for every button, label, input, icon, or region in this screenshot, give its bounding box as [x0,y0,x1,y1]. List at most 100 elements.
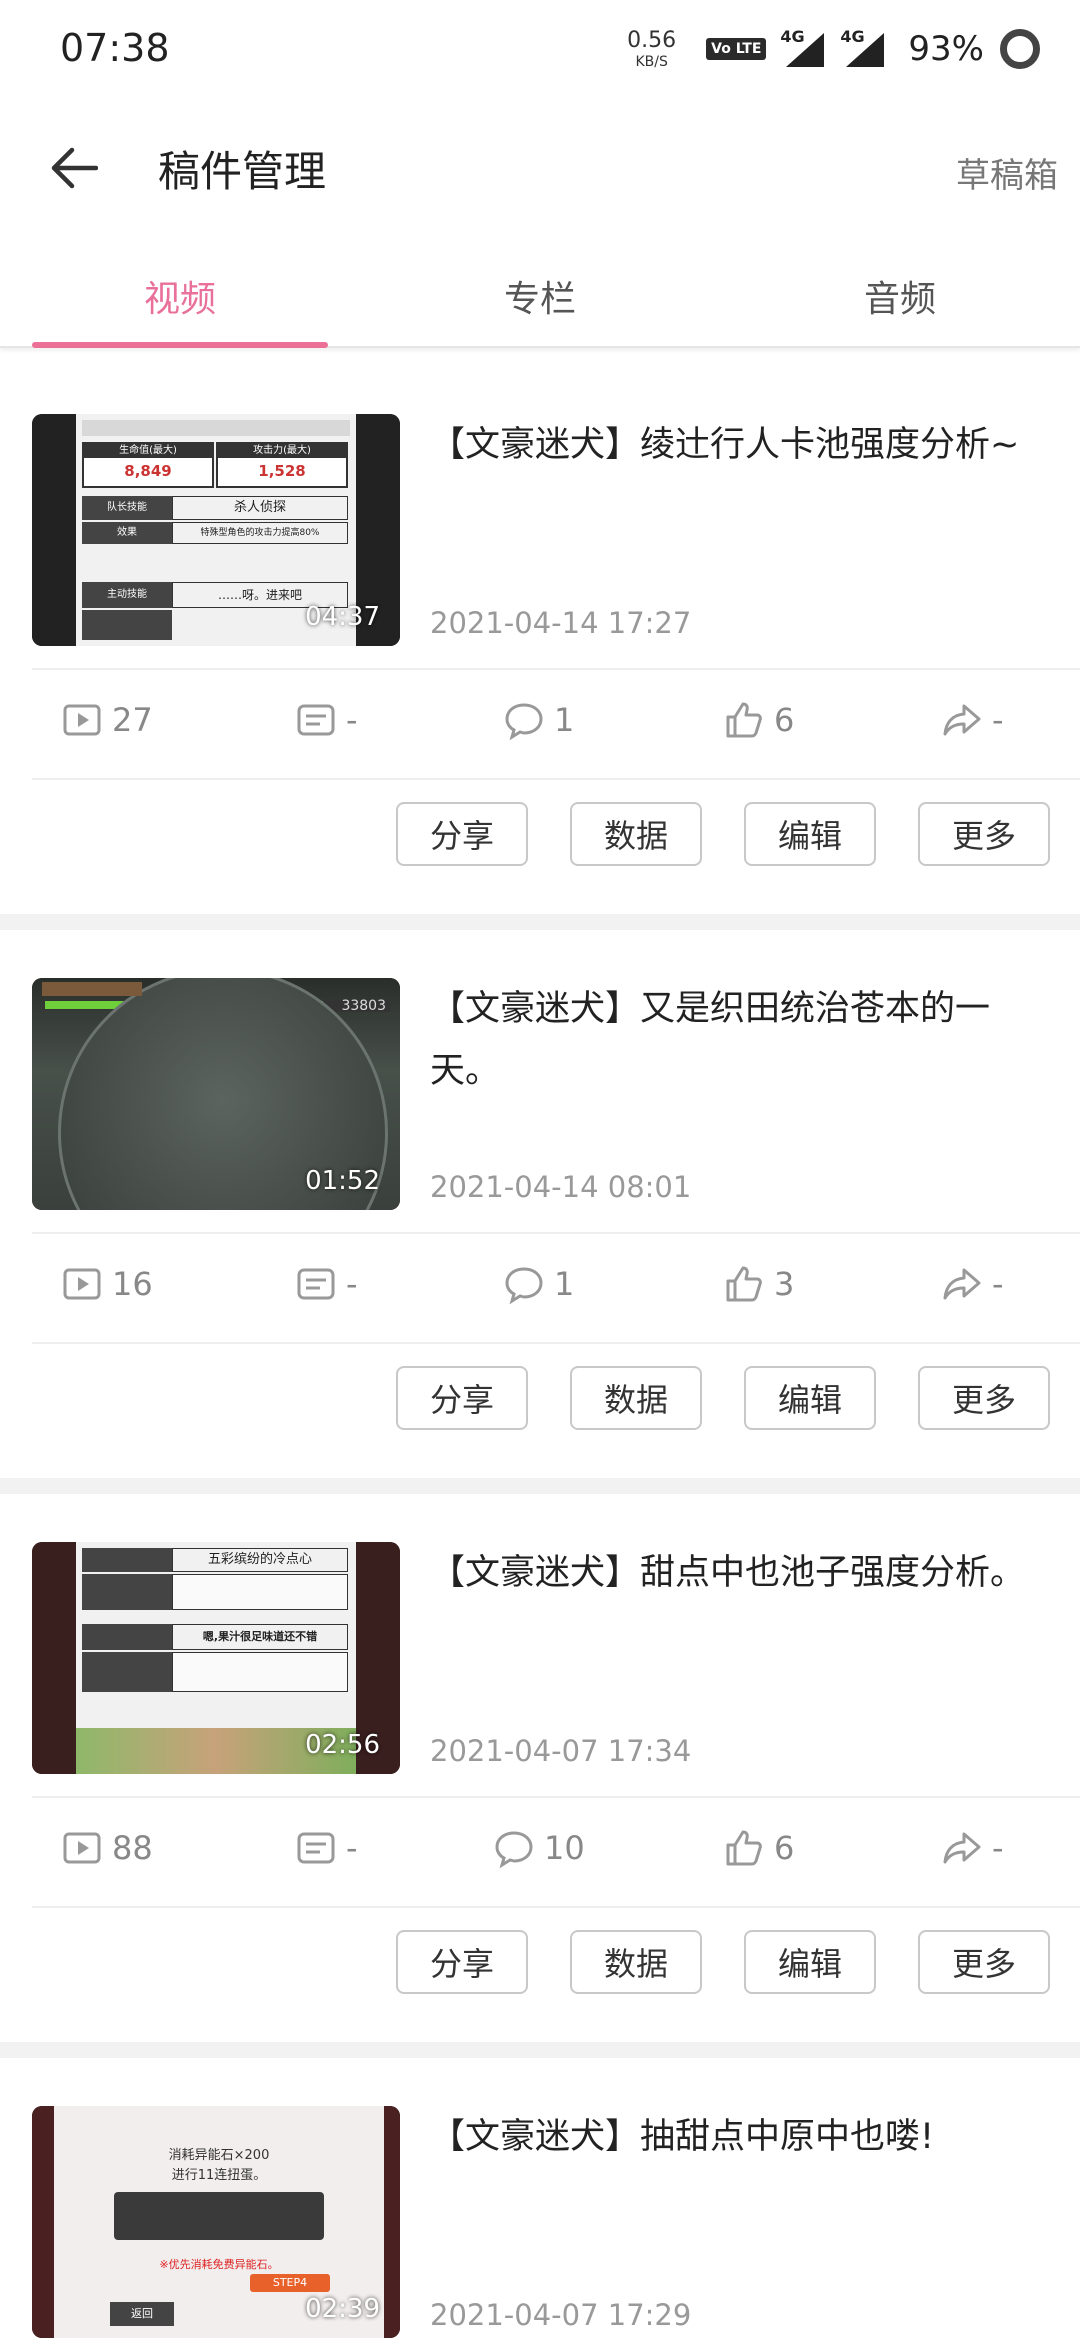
thumb-effect-text: 特殊型角色的攻击力提高80% [172,522,348,544]
stat-likes-value: 3 [774,1265,795,1303]
danmaku-icon [297,1832,335,1864]
thumb-score: 33803 [341,998,386,1014]
comment-icon [505,1267,543,1304]
stat-comments-value: 1 [554,701,575,739]
arrow-left-icon [51,147,98,189]
back-button[interactable] [44,140,104,196]
play-count-icon [63,704,101,736]
video-actions: 分享 数据 编辑 更多 [396,1366,1050,1430]
data-button[interactable]: 数据 [570,1366,702,1430]
share-button[interactable]: 分享 [396,1366,528,1430]
stat-likes-value: 6 [774,1829,795,1867]
stat-danmaku: - [296,700,358,740]
stat-plays: 16 [62,1264,153,1304]
stat-likes: 6 [724,1828,794,1868]
tab-audio[interactable]: 音频 [864,270,936,322]
status-time: 07:38 [60,26,170,70]
video-duration: 02:56 [305,1730,380,1760]
video-title[interactable]: 【文豪迷犬】绫辻行人卡池强度分析~ [430,414,1050,476]
thumb-atk-label: 攻击力(最大) [218,444,346,458]
thumbs-up-icon [726,1830,762,1866]
stat-shares: - [942,700,1004,740]
stat-shares: - [942,1264,1004,1304]
video-actions: 分享 数据 编辑 更多 [396,1930,1050,1994]
signal-icon: 4G [780,27,826,69]
stat-shares-value: - [992,1829,1004,1867]
battery-percent: 93% [908,29,984,69]
play-count-icon [63,1268,101,1300]
stat-comments: 10 [494,1828,585,1868]
video-card: 消耗异能石×200 进行11连扭蛋。 ※优先消耗免费异能石。 返回 STEP4 … [0,2058,1080,2340]
more-button[interactable]: 更多 [918,1930,1050,1994]
thumbs-up-icon [726,702,762,738]
thumb-active-name: 嗯,果汁很足味道还不错 [172,1624,348,1650]
thumbs-up-icon [726,1266,762,1302]
video-thumbnail[interactable]: 消耗异能石×200 进行11连扭蛋。 ※优先消耗免费异能石。 返回 STEP4 … [32,2106,400,2338]
stat-likes-value: 6 [774,701,795,739]
thumb-atk-value: 1,528 [258,462,306,480]
tab-indicator [32,342,328,348]
stat-comments: 1 [504,1264,574,1304]
volte-icon: Vo LTE [706,38,767,60]
network-speed-unit: KB/S [635,53,668,70]
video-thumbnail[interactable]: 五彩缤纷的冷点心 嗯,果汁很足味道还不错 02:56 [32,1542,400,1774]
status-bar: 07:38 0.56 KB/S Vo LTE 4G 4G 93% [0,0,1080,96]
edit-button[interactable]: 编辑 [744,1930,876,1994]
video-thumbnail[interactable]: 生命值(最大) 8,849 攻击力(最大) 1,528 队长技能 杀人侦探 效果… [32,414,400,646]
video-stats: 16 - 1 3 - [32,1232,1080,1344]
data-button[interactable]: 数据 [570,802,702,866]
thumb-skill-name: 五彩缤纷的冷点心 [172,1548,348,1572]
share-button[interactable]: 分享 [396,1930,528,1994]
stat-danmaku-value: - [346,701,358,739]
data-button[interactable]: 数据 [570,1930,702,1994]
video-date: 2021-04-07 17:34 [430,1734,692,1768]
drafts-button[interactable]: 草稿箱 [956,148,1058,197]
video-duration: 04:37 [305,602,380,632]
network-speed-value: 0.56 [627,27,677,53]
stat-plays-value: 16 [112,1265,153,1303]
stat-danmaku: - [296,1828,358,1868]
more-button[interactable]: 更多 [918,802,1050,866]
video-title[interactable]: 【文豪迷犬】抽甜点中原中也喽! [430,2106,1050,2168]
stat-comments-value: 10 [544,1829,585,1867]
video-card: 33803 01:52 【文豪迷犬】又是织田统治苍本的一天。 2021-04-1… [0,930,1080,1460]
share-arrow-icon [943,1832,981,1864]
video-stats: 88 - 10 6 - [32,1796,1080,1908]
status-indicators: 0.56 KB/S Vo LTE 4G 4G 93% [627,22,1040,76]
battery-icon [1000,29,1040,69]
video-title[interactable]: 【文豪迷犬】又是织田统治苍本的一天。 [430,978,1050,1102]
stat-likes: 6 [724,700,794,740]
tab-column[interactable]: 专栏 [504,270,576,322]
stat-shares: - [942,1828,1004,1868]
signal-icon-2: 4G [840,27,886,69]
thumb-line-1: 消耗异能石×200 [168,2148,270,2163]
thumb-effect-label: 效果 [82,522,172,544]
play-count-icon [63,1832,101,1864]
thumb-step-label: STEP4 [250,2274,330,2292]
more-button[interactable]: 更多 [918,1366,1050,1430]
danmaku-icon [297,704,335,736]
stat-shares-value: - [992,1265,1004,1303]
thumb-line-2: 进行11连扭蛋。 [171,2168,267,2183]
comment-icon [505,703,543,740]
stat-plays-value: 27 [112,701,153,739]
tab-video[interactable]: 视频 [144,270,216,322]
stat-plays: 88 [62,1828,153,1868]
signal-type-label: 4G [780,27,805,46]
video-title[interactable]: 【文豪迷犬】甜点中也池子强度分析。 [430,1542,1050,1604]
danmaku-icon [297,1268,335,1300]
edit-button[interactable]: 编辑 [744,1366,876,1430]
share-button[interactable]: 分享 [396,802,528,866]
video-thumbnail[interactable]: 33803 01:52 [32,978,400,1210]
thumb-hp-label: 生命值(最大) [84,444,212,458]
video-date: 2021-04-07 17:29 [430,2298,692,2332]
page-title: 稿件管理 [158,147,327,196]
comment-icon [495,1831,533,1868]
stat-shares-value: - [992,701,1004,739]
edit-button[interactable]: 编辑 [744,802,876,866]
video-date: 2021-04-14 17:27 [430,606,692,640]
video-actions: 分享 数据 编辑 更多 [396,802,1050,866]
tab-bar: 视频 专栏 音频 [0,248,1080,348]
stat-danmaku-value: - [346,1829,358,1867]
video-duration: 02:39 [305,2294,380,2324]
